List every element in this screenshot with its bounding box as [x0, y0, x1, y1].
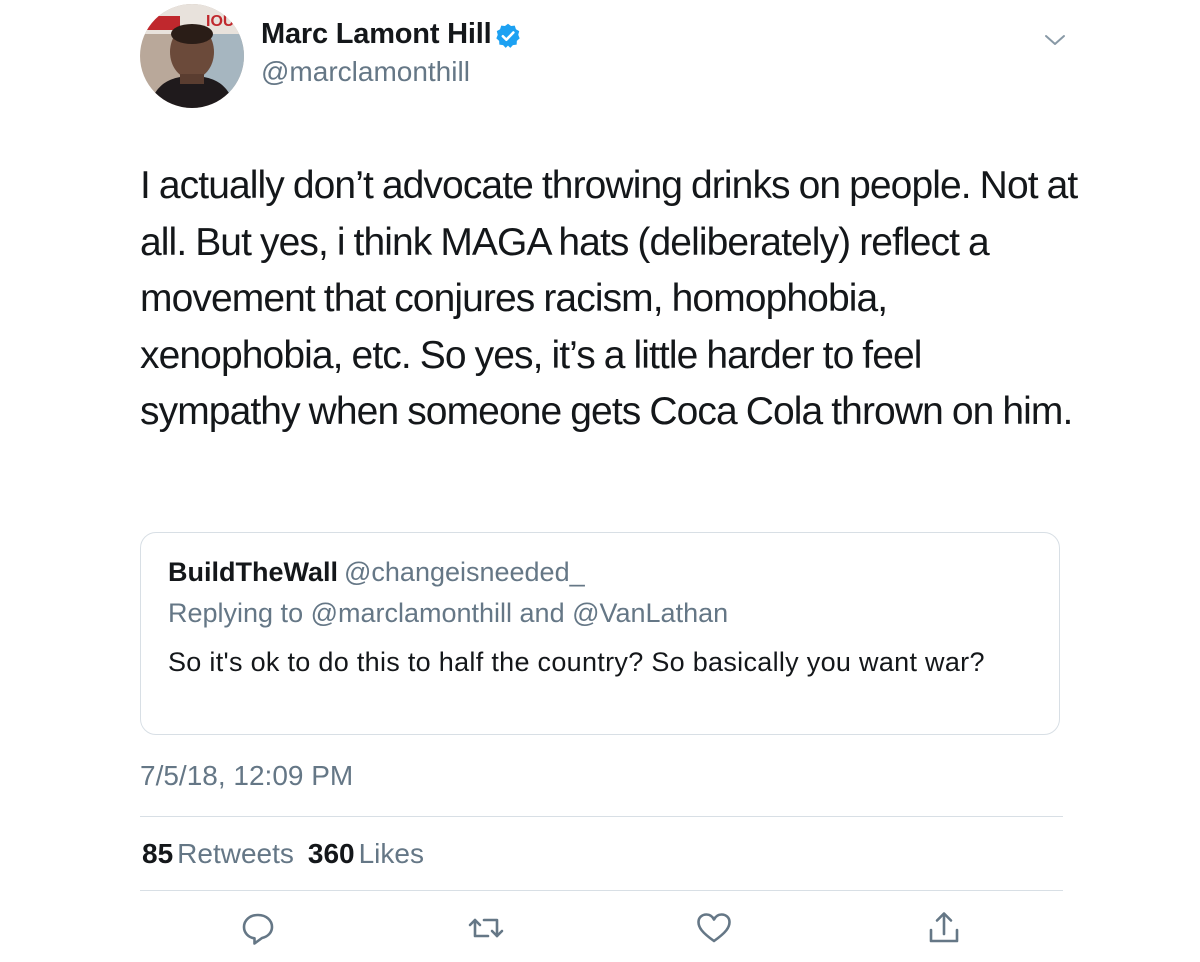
quoted-tweet-card[interactable]: BuildTheWall @changeisneeded_ Replying to… [140, 532, 1060, 735]
quoted-tweet-header: BuildTheWall @changeisneeded_ [168, 557, 585, 588]
quoted-tweet-author-name: BuildTheWall [168, 557, 338, 587]
divider [140, 816, 1063, 817]
chevron-down-icon[interactable] [1040, 28, 1070, 52]
tweet-timestamp: 7/5/18, 12:09 PM [140, 760, 354, 791]
avatar[interactable]: IOU [140, 4, 244, 108]
share-icon [929, 912, 959, 943]
likes-stat[interactable]: 360 Likes [308, 838, 424, 869]
divider [140, 890, 1063, 891]
quoted-tweet-reply-line: Replying to @marclamonthill and @VanLath… [168, 598, 729, 628]
like-icon [697, 913, 731, 943]
retweet-button[interactable] [466, 908, 506, 948]
retweets-label: Retweets [177, 838, 294, 869]
tweet-stats: 85 Retweets 360 Likes [142, 838, 424, 870]
likes-count: 360 [307, 838, 355, 869]
tweet-detail: IOU Marc Lamont Hill @marclamonthill I a… [0, 0, 1200, 962]
retweets-count: 85 [142, 838, 174, 869]
like-button[interactable] [694, 908, 734, 948]
retweets-stat[interactable]: 85 Retweets [142, 838, 294, 869]
verified-badge-icon [496, 23, 520, 48]
tweet-text: I actually don’t advocate throwing drink… [140, 164, 1078, 433]
reply-button[interactable] [238, 908, 278, 948]
avatar-banner-text: IOU [206, 13, 234, 30]
author-handle[interactable]: @marclamonthill [261, 56, 470, 88]
quoted-tweet-author-handle: @changeisneeded_ [344, 557, 585, 587]
likes-label: Likes [358, 838, 424, 869]
quoted-tweet-text: So it's ok to do this to half the countr… [168, 647, 985, 677]
share-button[interactable] [924, 908, 964, 948]
reply-icon [242, 913, 274, 945]
retweet-icon [468, 918, 504, 938]
avatar-photo: IOU [140, 4, 244, 108]
author-name[interactable]: Marc Lamont Hill [261, 18, 492, 51]
